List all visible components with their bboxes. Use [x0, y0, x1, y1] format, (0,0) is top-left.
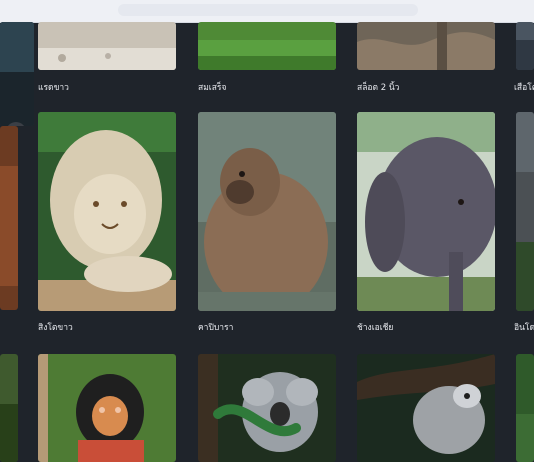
card-label-tiger-partial: เสือโคร่ [514, 83, 534, 93]
card-label-sloth: สล็อต 2 นิ้ว [357, 83, 400, 93]
card-label-asian-elephant: ช้างเอเชีย [357, 323, 394, 333]
card-label-white-lion: สิงโตขาว [38, 323, 73, 333]
left-partial-card-3[interactable] [0, 354, 18, 462]
card-white-lion-image[interactable] [38, 112, 176, 311]
card-asian-elephant-image[interactable] [357, 112, 495, 311]
card-label-meerkat: สมเสร็จ [198, 83, 227, 93]
card-label-capybara: คาปิบารา [198, 323, 234, 333]
card-right-partial-bottom-image[interactable] [516, 354, 534, 462]
card-lemur-image[interactable] [357, 354, 495, 462]
card-label-right-partial: อินโดน [514, 323, 534, 333]
card-right-partial-image[interactable] [516, 112, 534, 311]
card-label-white-rhino: แรดขาว [38, 83, 69, 93]
browser-topbar [0, 0, 534, 23]
left-partial-card-2[interactable] [0, 126, 18, 310]
card-tiger-partial-image[interactable] [516, 22, 534, 70]
card-meerkat-image[interactable] [198, 22, 336, 70]
card-koala-image[interactable] [198, 354, 336, 462]
video-thumb-left[interactable] [0, 22, 34, 126]
card-white-rhino-image[interactable] [38, 22, 176, 70]
card-monkey-image[interactable] [38, 354, 176, 462]
card-capybara-image[interactable] [198, 112, 336, 311]
address-bar-hint[interactable] [118, 4, 418, 16]
card-sloth-image[interactable] [357, 22, 495, 70]
